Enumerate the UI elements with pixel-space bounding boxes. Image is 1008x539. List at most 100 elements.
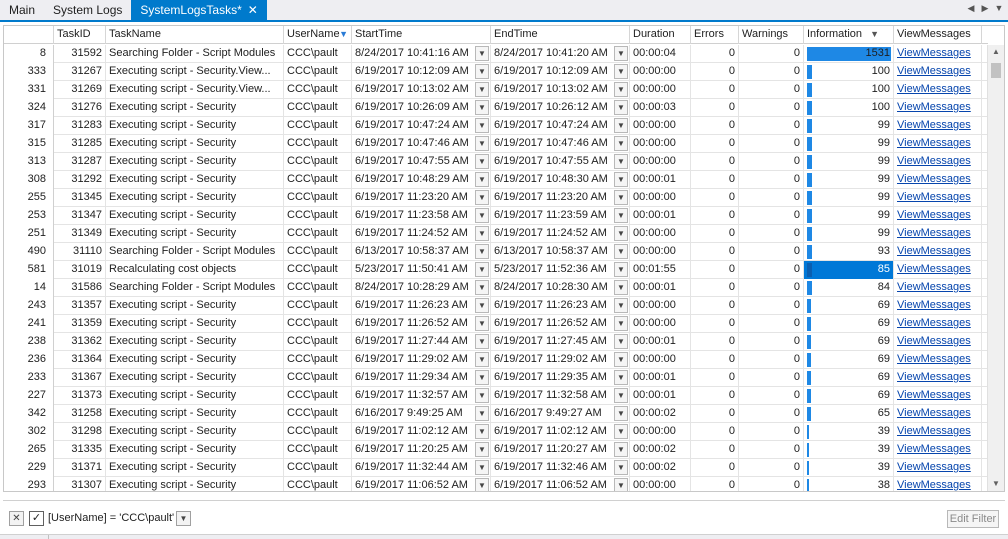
cell-information[interactable]: 99 [804,153,894,171]
cell-information[interactable]: 99 [804,207,894,225]
cell-information[interactable]: 69 [804,369,894,387]
chevron-down-icon[interactable]: ▼ [475,244,489,259]
view-messages-link[interactable]: ViewMessages [897,443,971,455]
cell-username[interactable]: CCC\pault [284,261,352,279]
cell-duration[interactable]: 00:00:02 [630,441,691,459]
cell-errors[interactable]: 0 [691,225,739,243]
table-row[interactable]: 233 31367 Executing script - Security CCC\p… [4,369,988,387]
cell-taskid[interactable]: 31373 [54,387,106,405]
cell-taskname[interactable]: Executing script - Security [106,369,284,387]
column-header-errors[interactable]: Errors [691,26,739,44]
table-row[interactable]: 315 31285 Executing script - Security CCC\p… [4,135,988,153]
cell-taskid[interactable]: 31359 [54,315,106,333]
chevron-down-icon[interactable]: ▼ [475,46,489,61]
tab-system-logs[interactable]: System Logs [44,0,131,20]
row-number[interactable]: 293 [4,477,54,491]
cell-information[interactable]: 69 [804,351,894,369]
view-messages-link[interactable]: ViewMessages [897,101,971,113]
chevron-down-icon[interactable]: ▼ [614,442,628,457]
filter-history-dropdown[interactable]: ▼ [176,511,191,526]
cell-taskid[interactable]: 31019 [54,261,106,279]
cell-username[interactable]: CCC\pault [284,153,352,171]
view-messages-link[interactable]: ViewMessages [897,353,971,365]
cell-errors[interactable]: 0 [691,117,739,135]
cell-information[interactable]: 99 [804,225,894,243]
cell-username[interactable]: CCC\pault [284,333,352,351]
view-messages-link[interactable]: ViewMessages [897,263,971,275]
cell-taskname[interactable]: Executing script - Security [106,99,284,117]
cell-starttime[interactable]: 6/19/2017 10:47:55 AM ▼ [352,153,491,171]
cell-information[interactable]: 39 [804,441,894,459]
table-row[interactable]: 324 31276 Executing script - Security CCC\p… [4,99,988,117]
column-header-starttime[interactable]: StartTime [352,26,491,44]
table-row[interactable]: 490 31110 Searching Folder - Script Module… [4,243,988,261]
cell-duration[interactable]: 00:00:00 [630,477,691,491]
cell-information[interactable]: 39 [804,423,894,441]
cell-endtime[interactable]: 6/19/2017 11:20:27 AM ▼ [491,441,630,459]
row-number[interactable]: 14 [4,279,54,297]
view-messages-link[interactable]: ViewMessages [897,299,971,311]
cell-username[interactable]: CCC\pault [284,243,352,261]
cell-errors[interactable]: 0 [691,387,739,405]
table-row[interactable]: 229 31371 Executing script - Security CCC\p… [4,459,988,477]
cell-starttime[interactable]: 6/19/2017 11:24:52 AM ▼ [352,225,491,243]
row-number[interactable]: 308 [4,171,54,189]
view-messages-link[interactable]: ViewMessages [897,335,971,347]
chevron-down-icon[interactable]: ▼ [614,352,628,367]
cell-information[interactable]: 65 [804,405,894,423]
view-messages-link[interactable]: ViewMessages [897,155,971,167]
view-messages-link[interactable]: ViewMessages [897,65,971,77]
table-row[interactable]: 251 31349 Executing script - Security CCC\p… [4,225,988,243]
cell-warnings[interactable]: 0 [739,297,804,315]
cell-warnings[interactable]: 0 [739,63,804,81]
cell-taskname[interactable]: Executing script - Security [106,387,284,405]
cell-warnings[interactable]: 0 [739,459,804,477]
row-number[interactable]: 313 [4,153,54,171]
cell-duration[interactable]: 00:00:02 [630,405,691,423]
column-header-taskname[interactable]: TaskName [106,26,284,44]
cell-username[interactable]: CCC\pault [284,99,352,117]
cell-endtime[interactable]: 6/19/2017 11:02:12 AM ▼ [491,423,630,441]
table-row[interactable]: 293 31307 Executing script - Security CCC\p… [4,477,988,491]
cell-duration[interactable]: 00:00:00 [630,225,691,243]
cell-taskname[interactable]: Executing script - Security [106,315,284,333]
cell-taskid[interactable]: 31283 [54,117,106,135]
row-number[interactable]: 324 [4,99,54,117]
cell-warnings[interactable]: 0 [739,153,804,171]
cell-information[interactable]: 99 [804,171,894,189]
cell-taskname[interactable]: Executing script - Security [106,333,284,351]
cell-warnings[interactable]: 0 [739,477,804,491]
table-row[interactable]: 241 31359 Executing script - Security CCC\p… [4,315,988,333]
cell-duration[interactable]: 00:00:01 [630,279,691,297]
chevron-down-icon[interactable]: ▼ [475,460,489,475]
chevron-down-icon[interactable]: ▼ [614,478,628,491]
chevron-down-icon[interactable]: ▼ [475,226,489,241]
scroll-up-icon[interactable]: ▲ [988,45,1004,59]
cell-errors[interactable]: 0 [691,477,739,491]
cell-warnings[interactable]: 0 [739,315,804,333]
cell-warnings[interactable]: 0 [739,351,804,369]
cell-endtime[interactable]: 8/24/2017 10:28:30 AM ▼ [491,279,630,297]
chevron-down-icon[interactable]: ▼ [614,46,628,61]
cell-information[interactable]: 38 [804,477,894,491]
cell-endtime[interactable]: 6/13/2017 10:58:37 AM ▼ [491,243,630,261]
table-row[interactable]: 243 31357 Executing script - Security CCC\p… [4,297,988,315]
chevron-down-icon[interactable]: ▼ [475,64,489,79]
chevron-down-icon[interactable]: ▼ [475,172,489,187]
cell-errors[interactable]: 0 [691,63,739,81]
cell-errors[interactable]: 0 [691,423,739,441]
cell-taskname[interactable]: Executing script - Security [106,477,284,491]
chevron-down-icon[interactable]: ▼ [614,334,628,349]
row-number[interactable]: 238 [4,333,54,351]
cell-username[interactable]: CCC\pault [284,297,352,315]
cell-username[interactable]: CCC\pault [284,387,352,405]
cell-warnings[interactable]: 0 [739,81,804,99]
cell-taskname[interactable]: Executing script - Security [106,135,284,153]
cell-endtime[interactable]: 6/19/2017 10:48:30 AM ▼ [491,171,630,189]
view-messages-link[interactable]: ViewMessages [897,191,971,203]
chevron-down-icon[interactable]: ▼ [614,388,628,403]
cell-starttime[interactable]: 6/19/2017 10:48:29 AM ▼ [352,171,491,189]
cell-duration[interactable]: 00:00:02 [630,459,691,477]
chevron-down-icon[interactable]: ▼ [475,208,489,223]
chevron-down-icon[interactable]: ▼ [994,3,1004,14]
